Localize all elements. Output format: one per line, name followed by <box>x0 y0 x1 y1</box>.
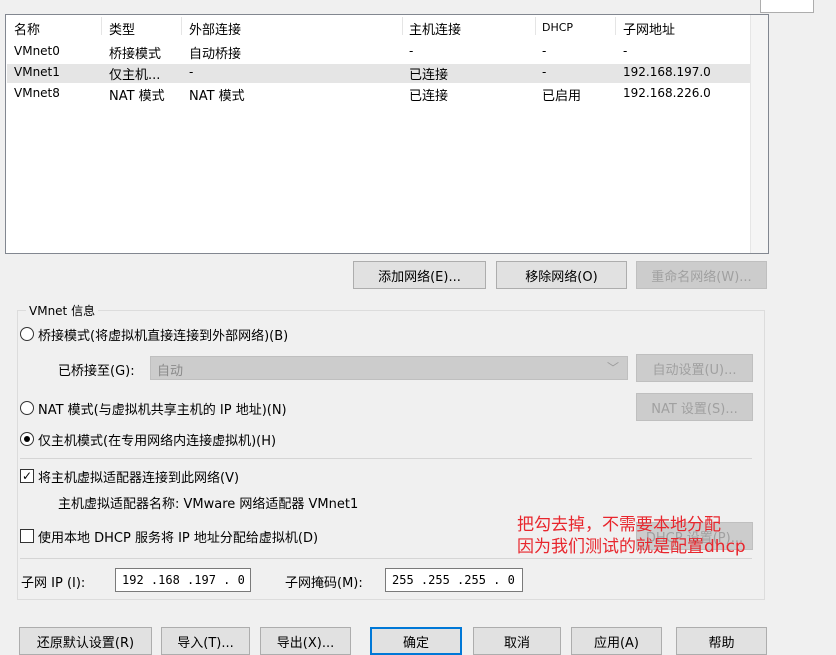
import-button[interactable]: 导入(T)... <box>161 627 250 655</box>
bridged-to-value: 自动 <box>157 364 184 379</box>
connect-adapter-label[interactable]: 将主机虚拟适配器连接到此网络(V) <box>38 467 239 486</box>
bridged-to-select[interactable]: 自动 ﹀ <box>150 356 628 380</box>
cell-host: - <box>409 44 414 58</box>
restore-defaults-button[interactable]: 还原默认设置(R) <box>19 627 152 655</box>
cell-name: VMnet1 <box>14 65 60 79</box>
cell-type: NAT 模式 <box>109 89 165 104</box>
cell-subnet: - <box>623 44 628 58</box>
divider <box>20 558 752 559</box>
bridged-mode-radio[interactable] <box>20 327 34 341</box>
cancel-button[interactable]: 取消 <box>473 627 561 655</box>
vmnet-info-title: VMnet 信息 <box>26 302 99 319</box>
connect-adapter-checkbox[interactable]: ✓ <box>20 469 34 483</box>
divider <box>20 458 752 459</box>
ok-button[interactable]: 确定 <box>370 627 462 655</box>
cell-external: 自动桥接 <box>189 47 242 62</box>
export-button[interactable]: 导出(X)... <box>260 627 351 655</box>
help-button[interactable]: 帮助 <box>676 627 767 655</box>
annotation-line-1: 把勾去掉，不需要本地分配 <box>517 515 721 535</box>
window-edge-stub <box>760 0 814 13</box>
nat-settings-button[interactable]: NAT 设置(S)... <box>636 393 753 421</box>
cell-type: 仅主机... <box>109 68 161 83</box>
bridged-mode-label[interactable]: 桥接模式(将虚拟机直接连接到外部网络)(B) <box>38 325 288 344</box>
column-divider <box>535 17 536 35</box>
host-only-mode-label[interactable]: 仅主机模式(在专用网络内连接虚拟机)(H) <box>38 430 276 449</box>
cell-host: 已连接 <box>409 68 449 83</box>
subnet-ip-field[interactable] <box>115 568 251 592</box>
cell-host: 已连接 <box>409 89 449 104</box>
table-scrollbar[interactable] <box>750 15 768 253</box>
cell-external: NAT 模式 <box>189 89 245 104</box>
cell-dhcp: 已启用 <box>542 89 582 104</box>
column-divider <box>615 17 616 35</box>
annotation-line-2: 因为我们测试的就是配置dhcp <box>517 537 746 557</box>
adapter-name-label: 主机虚拟适配器名称: VMware 网络适配器 VMnet1 <box>58 497 359 512</box>
remove-network-button[interactable]: 移除网络(O) <box>496 261 627 289</box>
table-row[interactable]: VMnet8 NAT 模式 NAT 模式 已连接 已启用 192.168.226… <box>7 85 753 104</box>
subnet-ip-label: 子网 IP (I): <box>21 576 86 591</box>
cell-dhcp: - <box>542 65 547 79</box>
cell-subnet: 192.168.197.0 <box>623 65 711 79</box>
column-divider <box>402 17 403 35</box>
column-header-host[interactable]: 主机连接 <box>409 19 461 38</box>
column-divider <box>181 17 182 35</box>
table-row[interactable]: VMnet0 桥接模式 自动桥接 - - - <box>7 43 753 62</box>
cell-subnet: 192.168.226.0 <box>623 86 711 100</box>
host-only-mode-radio[interactable] <box>20 432 34 446</box>
column-header-type[interactable]: 类型 <box>109 19 135 38</box>
nat-mode-radio[interactable] <box>20 401 34 415</box>
cell-name: VMnet8 <box>14 86 60 100</box>
chevron-down-icon: ﹀ <box>606 361 619 375</box>
auto-settings-button[interactable]: 自动设置(U)... <box>636 354 753 382</box>
table-row-selected[interactable]: VMnet1 仅主机... - 已连接 - 192.168.197.0 <box>7 64 753 83</box>
dhcp-label[interactable]: 使用本地 DHCP 服务将 IP 地址分配给虚拟机(D) <box>38 527 318 546</box>
subnet-mask-field[interactable] <box>385 568 523 592</box>
cell-external: - <box>189 65 194 79</box>
cell-type: 桥接模式 <box>109 47 162 62</box>
cell-name: VMnet0 <box>14 44 60 58</box>
network-table[interactable]: 名称 类型 外部连接 主机连接 DHCP 子网地址 VMnet0 桥接模式 自动… <box>5 14 769 254</box>
nat-mode-label[interactable]: NAT 模式(与虚拟机共享主机的 IP 地址)(N) <box>38 399 287 418</box>
column-header-name[interactable]: 名称 <box>14 19 40 38</box>
column-header-dhcp[interactable]: DHCP <box>542 21 573 34</box>
column-divider <box>101 17 102 35</box>
rename-network-button[interactable]: 重命名网络(W)... <box>636 261 767 289</box>
add-network-button[interactable]: 添加网络(E)... <box>353 261 486 289</box>
apply-button[interactable]: 应用(A) <box>571 627 662 655</box>
column-header-subnet[interactable]: 子网地址 <box>623 19 675 38</box>
subnet-mask-label: 子网掩码(M): <box>285 576 363 591</box>
column-header-external[interactable]: 外部连接 <box>189 19 241 38</box>
dhcp-checkbox[interactable] <box>20 529 34 543</box>
cell-dhcp: - <box>542 44 547 58</box>
bridged-to-label: 已桥接至(G): <box>58 364 135 379</box>
